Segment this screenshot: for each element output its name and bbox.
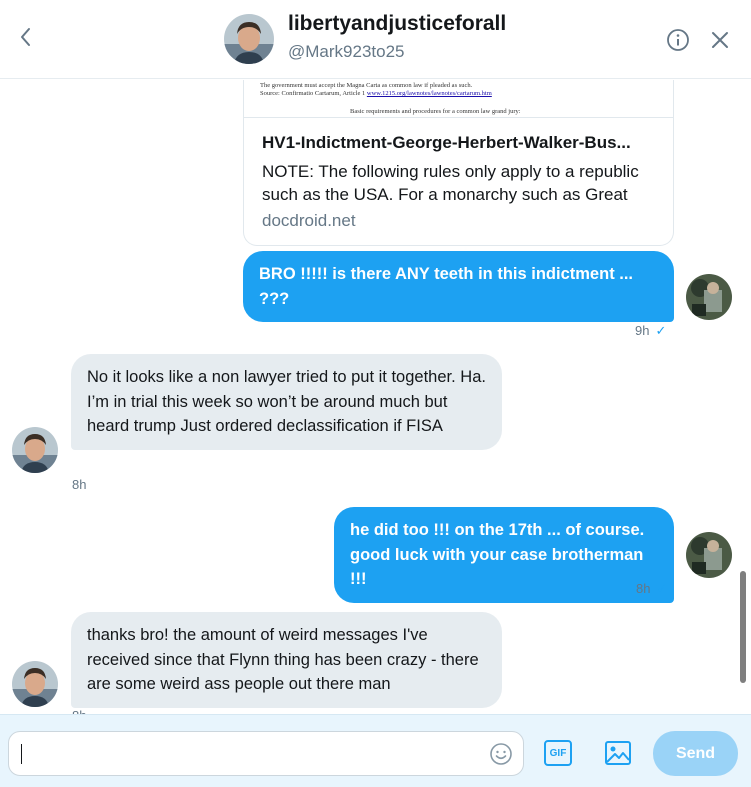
profile-photo <box>12 661 58 707</box>
read-receipt-icon: ✓ <box>655 323 667 338</box>
link-preview-image: The government must accept the Magna Car… <box>244 80 673 118</box>
info-icon <box>667 29 689 51</box>
image-icon <box>605 741 631 765</box>
text-caret <box>21 744 22 764</box>
doc-line: The government must accept the Magna Car… <box>260 82 473 89</box>
own-profile-photo <box>686 532 732 578</box>
conversation-header: libertyandjusticeforall @Mark923to25 <box>0 0 751 79</box>
link-preview-domain: docdroid.net <box>262 211 356 230</box>
conversation-handle: @Mark923to25 <box>288 42 405 61</box>
message-timestamp: 9h ✓ <box>635 323 666 339</box>
message-thread[interactable]: The government must accept the Magna Car… <box>0 80 751 714</box>
avatar[interactable] <box>12 661 58 707</box>
back-button[interactable] <box>14 26 36 48</box>
read-receipt-icon: ✓ <box>656 581 668 596</box>
timestamp-text: 9h <box>635 323 650 338</box>
close-button[interactable] <box>708 28 732 52</box>
own-profile-photo <box>686 274 732 320</box>
link-preview-title: HV1-Indictment-George-Herbert-Walker-Bus… <box>262 133 631 152</box>
message-bubble-received[interactable]: thanks bro! the amount of weird messages… <box>71 612 502 708</box>
message-bubble-received[interactable]: No it looks like a non lawyer tried to p… <box>71 354 502 450</box>
message-bubble-sent[interactable]: he did too !!! on the 17th ... of course… <box>334 507 674 603</box>
profile-photo <box>12 427 58 473</box>
avatar[interactable] <box>224 14 274 64</box>
message-composer: GIF Send <box>0 714 751 787</box>
conversation-name[interactable]: libertyandjusticeforall <box>288 12 506 36</box>
info-button[interactable] <box>666 28 690 52</box>
message-timestamp: 8h <box>72 477 87 492</box>
profile-photo <box>224 14 274 64</box>
avatar[interactable] <box>12 427 58 473</box>
link-preview-description: NOTE: The following rules only apply to … <box>262 162 639 204</box>
doc-source: Source: Confirmatio Cartarum, Article 1 <box>260 90 366 97</box>
chevron-left-icon <box>21 28 30 46</box>
doc-line: Source: Confirmatio Cartarum, Article 1 … <box>260 90 659 98</box>
emoji-button[interactable] <box>489 742 513 766</box>
message-timestamp: 8h ✓ <box>636 581 667 597</box>
gif-button[interactable]: GIF <box>544 740 572 766</box>
doc-url: www.1215.org/lawnotes/lawnotes/cartarum.… <box>366 90 492 97</box>
message-bubble-sent[interactable]: BRO !!!!! is there ANY teeth in this ind… <box>243 251 674 322</box>
doc-line: Basic requirements and procedures for a … <box>350 108 521 115</box>
link-preview-card[interactable]: The government must accept the Magna Car… <box>243 80 674 246</box>
timestamp-text: 8h <box>636 581 651 596</box>
scrollbar-thumb[interactable] <box>740 571 746 683</box>
send-button[interactable]: Send <box>653 731 738 776</box>
close-icon <box>712 32 728 48</box>
message-input[interactable] <box>8 731 524 776</box>
avatar[interactable] <box>686 274 732 320</box>
avatar[interactable] <box>686 532 732 578</box>
media-button[interactable] <box>604 739 632 767</box>
emoji-icon <box>490 743 512 765</box>
